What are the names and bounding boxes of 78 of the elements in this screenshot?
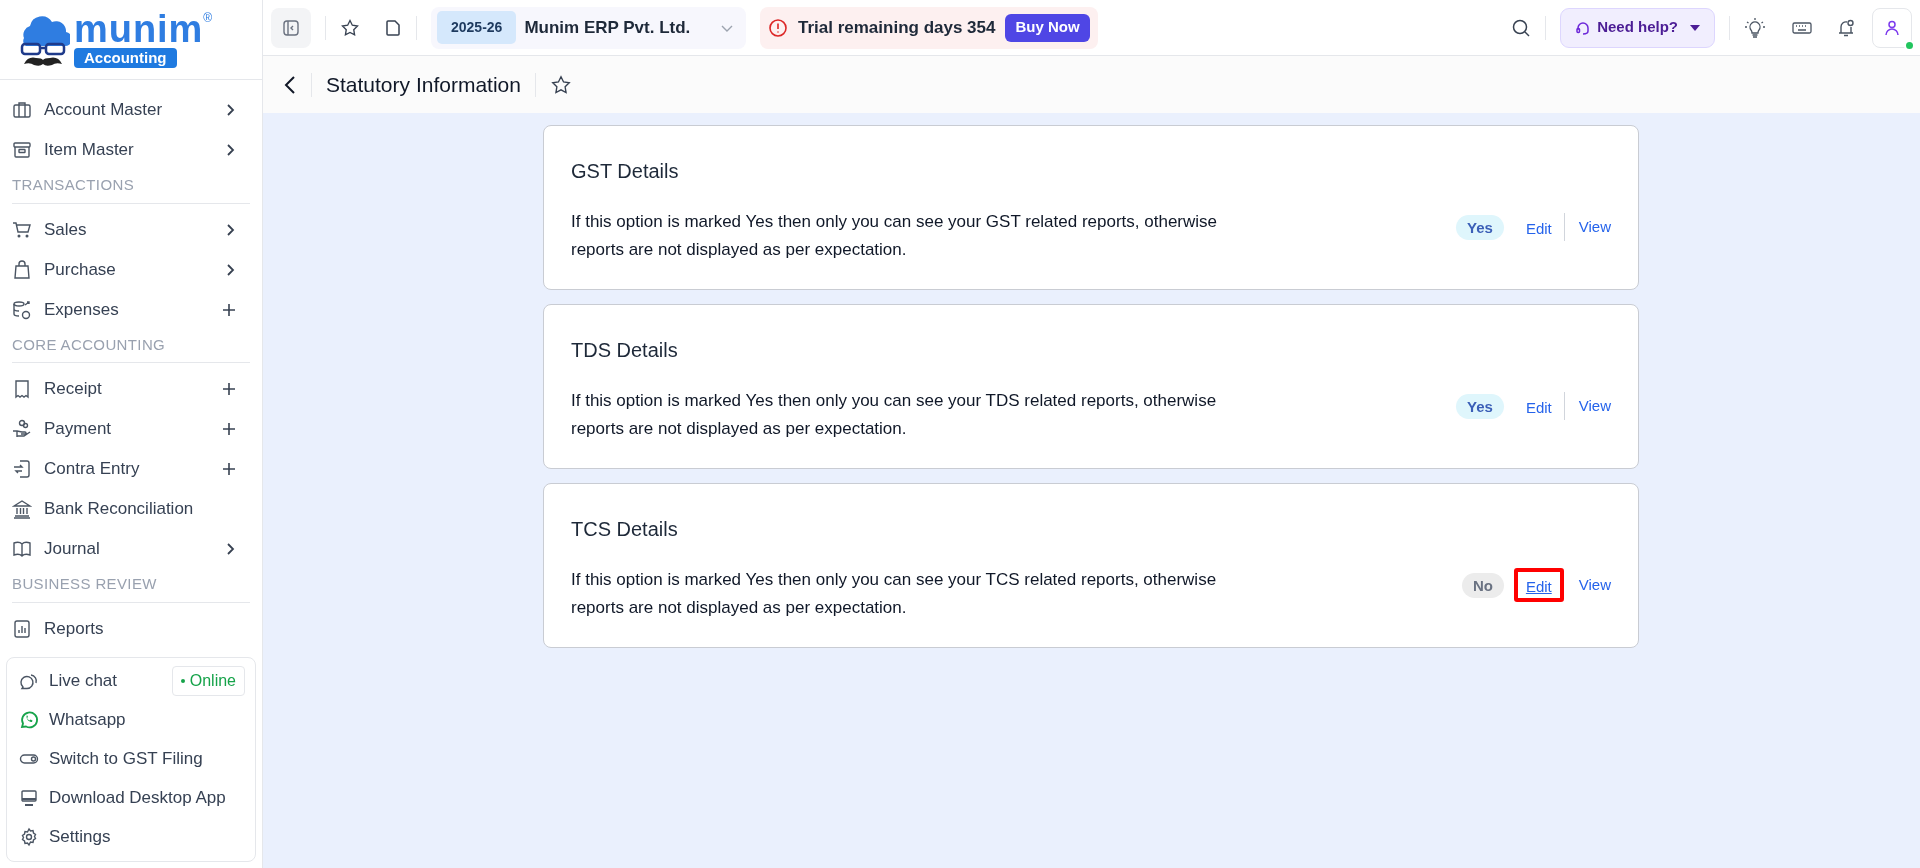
edit-link[interactable]: Edit xyxy=(1513,210,1564,244)
registered-mark: ® xyxy=(203,11,213,24)
whatsapp-icon xyxy=(19,710,39,730)
card-description: If this option is marked Yes then only you can see your TCS related reports, otherwise reports are not displayed as per expectation. xyxy=(571,569,1218,619)
sidebar-item[interactable]: Purchase xyxy=(12,249,250,290)
status-badge: No xyxy=(1461,572,1504,598)
bell-icon[interactable] xyxy=(1836,17,1856,38)
support-item[interactable]: Settings xyxy=(7,817,255,857)
brand-tagline: Accounting xyxy=(74,47,177,68)
section-heading: CORE ACCOUNTING xyxy=(12,335,166,353)
hand-coins-icon xyxy=(12,419,32,439)
card-title: TCS Details xyxy=(571,517,679,542)
bank-icon xyxy=(12,499,32,519)
coins-stack-icon xyxy=(12,299,32,320)
cart-icon xyxy=(12,219,32,240)
company-selector[interactable]: 2025-26 Munim ERP Pvt. Ltd. xyxy=(431,6,746,49)
support-item[interactable]: Whatsapp xyxy=(7,700,255,740)
support-item[interactable]: Switch to GST Filing xyxy=(7,739,255,779)
card-title: TDS Details xyxy=(571,338,679,363)
sidebar-item[interactable]: Contra Entry xyxy=(12,449,250,489)
sidebar-toggle-button[interactable] xyxy=(271,7,311,48)
alert-icon xyxy=(768,17,788,38)
card-description: If this option is marked Yes then only you can see your TDS related reports, otherwise reports are not displayed as per expectation. xyxy=(571,390,1218,440)
sidebar-item[interactable]: Payment xyxy=(12,409,250,449)
year-badge: 2025-26 xyxy=(437,11,517,44)
bar-chart-icon xyxy=(12,618,32,639)
settings-icon xyxy=(19,827,39,847)
star-icon[interactable] xyxy=(340,17,360,38)
edit-link[interactable]: Edit xyxy=(1513,568,1564,602)
sidebar-item[interactable]: Sales xyxy=(12,209,250,250)
support-item[interactable]: Live chat Online xyxy=(7,661,255,701)
sidebar-item[interactable]: Expenses xyxy=(12,289,250,330)
briefcase-icon xyxy=(12,100,32,120)
need-help-button[interactable]: Need help? xyxy=(1560,7,1715,48)
sidebar-item[interactable]: Item Master xyxy=(12,130,250,170)
monitor-icon xyxy=(19,788,39,808)
edit-link[interactable]: Edit xyxy=(1513,389,1564,423)
online-badge: Online xyxy=(171,666,245,696)
chat-bubbles-icon xyxy=(19,671,39,691)
status-badge: Yes xyxy=(1456,214,1504,240)
shopping-bag-icon xyxy=(12,259,32,280)
open-book-icon xyxy=(12,539,32,559)
buy-now-button[interactable]: Buy Now xyxy=(1005,13,1090,42)
receipt-icon xyxy=(12,379,32,399)
sidebar-item[interactable]: Reports xyxy=(12,608,250,649)
plus-icon[interactable] xyxy=(222,302,236,317)
sidebar-item[interactable]: Receipt xyxy=(12,369,250,409)
plus-icon[interactable] xyxy=(222,422,236,436)
status-badge: Yes xyxy=(1456,393,1504,419)
archive-box-icon xyxy=(12,140,32,160)
view-link[interactable]: View xyxy=(1578,573,1611,597)
search-icon[interactable] xyxy=(1511,17,1532,38)
avatar-button[interactable] xyxy=(1872,7,1912,48)
plus-icon[interactable] xyxy=(222,382,236,396)
sidebar-item[interactable]: Account Master xyxy=(12,90,250,130)
plus-icon[interactable] xyxy=(222,462,236,476)
section-heading: TRANSACTIONS xyxy=(12,176,134,193)
page-title: Statutory Information xyxy=(326,71,521,98)
card-title: GST Details xyxy=(571,159,680,184)
company-name: Munim ERP Pvt. Ltd. xyxy=(524,16,691,39)
star-icon[interactable] xyxy=(549,73,572,96)
brand-name: munim xyxy=(74,11,204,46)
document-icon[interactable] xyxy=(384,18,402,37)
view-link[interactable]: View xyxy=(1578,394,1611,418)
sidebar-item[interactable]: Bank Reconciliation xyxy=(12,489,250,529)
keyboard-icon[interactable] xyxy=(1792,20,1812,35)
caret-down-icon xyxy=(1690,24,1700,31)
section-heading: BUSINESS REVIEW xyxy=(12,575,157,592)
user-icon xyxy=(1883,18,1901,37)
sidebar-collapse-icon xyxy=(282,18,300,37)
support-item[interactable]: Download Desktop App xyxy=(7,778,255,818)
sidebar-item[interactable]: Journal xyxy=(12,529,250,569)
card-description: If this option is marked Yes then only you can see your GST related reports, otherwise reports are not displayed as per expectation. xyxy=(571,211,1219,261)
headset-icon xyxy=(1575,19,1592,36)
lightbulb-icon[interactable] xyxy=(1744,16,1766,39)
exchange-icon xyxy=(12,459,32,479)
view-link[interactable]: View xyxy=(1578,215,1611,239)
trial-text: Trial remaining days 354 xyxy=(798,16,996,39)
